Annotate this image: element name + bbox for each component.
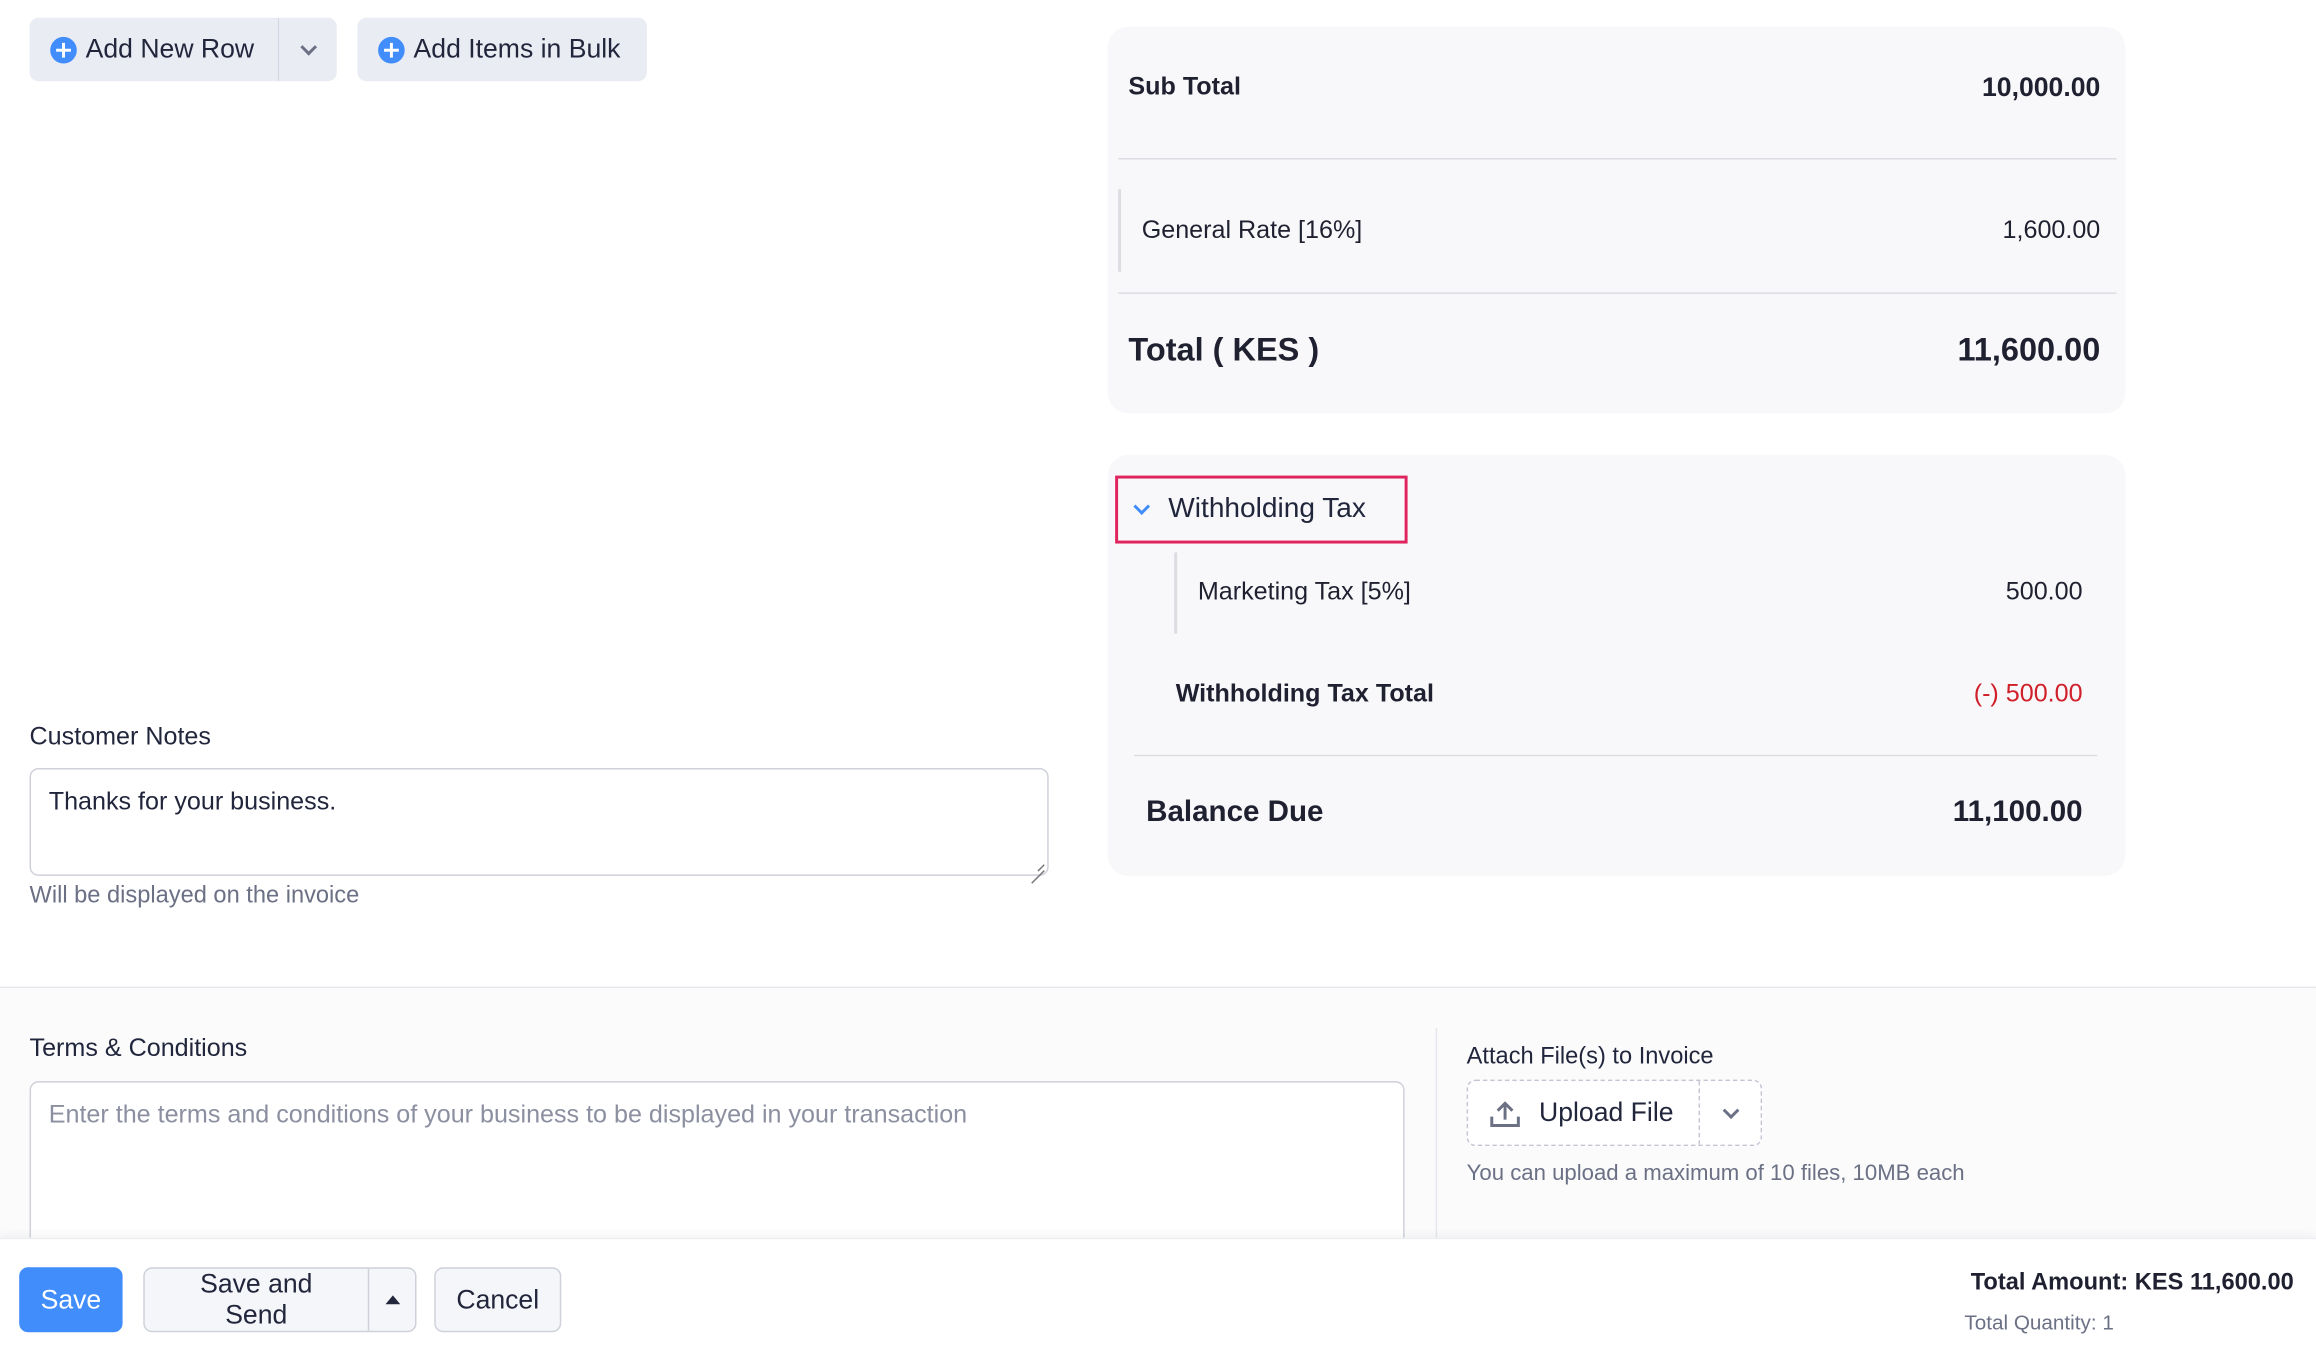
tax-value: 1,600.00 <box>2002 215 2101 244</box>
caret-up-icon <box>384 1295 400 1305</box>
chevron-down-icon <box>1133 497 1151 515</box>
total-row: Total ( KES ) 11,600.00 <box>1128 328 2100 372</box>
attach-files-label: Attach File(s) to Invoice <box>1466 1044 1714 1070</box>
total-quantity: Total Quantity: 1 <box>1964 1310 2114 1334</box>
add-new-row-label: Add New Row <box>85 33 255 64</box>
resize-handle-icon[interactable] <box>1029 857 1044 872</box>
upload-file-button[interactable]: Upload File <box>1468 1081 1698 1145</box>
tax-label: General Rate [16%] <box>1141 215 1363 244</box>
marketing-tax-label: Marketing Tax [5%] <box>1197 577 1411 606</box>
chevron-down-icon <box>299 38 317 55</box>
sub-total-label: Sub Total <box>1128 72 1241 101</box>
withholding-total-row: Withholding Tax Total (-) 500.00 <box>1176 675 2083 713</box>
total-value: 11,600.00 <box>1957 330 2101 368</box>
terms-input[interactable] <box>29 1081 1405 1259</box>
terms-label: Terms & Conditions <box>29 1033 248 1062</box>
withholding-total-value: (-) 500.00 <box>1973 679 2083 708</box>
customer-notes-label: Customer Notes <box>29 722 211 751</box>
save-and-send-button[interactable]: Save and Send <box>145 1269 368 1331</box>
customer-notes-hint: Will be displayed on the invoice <box>29 883 360 909</box>
total-label: Total ( KES ) <box>1128 330 1320 368</box>
withholding-total-label: Withholding Tax Total <box>1175 679 1434 708</box>
tax-indent-bar <box>1118 189 1122 272</box>
add-items-bulk-label: Add Items in Bulk <box>413 33 621 64</box>
upload-hint: You can upload a maximum of 10 files, 10… <box>1466 1160 1965 1187</box>
add-row-options-button[interactable] <box>277 17 337 82</box>
marketing-tax-value: 500.00 <box>2005 577 2083 606</box>
add-items-bulk-button[interactable]: Add Items in Bulk <box>357 17 647 82</box>
add-items-bulk-group: Add Items in Bulk <box>357 17 647 82</box>
add-new-row-button[interactable]: Add New Row <box>29 17 278 82</box>
save-options-button[interactable] <box>367 1268 415 1331</box>
vertical-divider <box>1435 1027 1438 1238</box>
plus-circle-icon <box>378 36 405 63</box>
chevron-down-icon <box>1721 1101 1739 1119</box>
withholding-tax-label: Withholding Tax <box>1168 493 1366 525</box>
withholding-indent-bar <box>1174 552 1178 634</box>
upload-file-label: Upload File <box>1539 1097 1674 1127</box>
balance-due-label: Balance Due <box>1146 795 1324 828</box>
withholding-tax-toggle[interactable]: Withholding Tax <box>1115 475 1408 544</box>
save-and-send-group: Save and Send <box>143 1267 417 1333</box>
sub-total-row: Sub Total 10,000.00 <box>1128 68 2100 106</box>
tax-row: General Rate [16%] 1,600.00 <box>1142 211 2101 249</box>
plus-circle-icon <box>50 36 77 63</box>
balance-due-row: Balance Due 11,100.00 <box>1146 790 2082 834</box>
cancel-button[interactable]: Cancel <box>434 1267 562 1333</box>
sub-total-value: 10,000.00 <box>1982 71 2101 102</box>
upload-options-button[interactable] <box>1698 1081 1761 1145</box>
upload-file-group: Upload File <box>1466 1079 1763 1147</box>
total-amount: Total Amount: KES 11,600.00 <box>1970 1270 2294 1296</box>
divider <box>1118 292 2117 294</box>
add-new-row-group: Add New Row <box>29 17 337 82</box>
save-button[interactable]: Save <box>19 1267 123 1333</box>
invoice-form: Add New Row Add Items in Bulk Sub Total … <box>0 0 2316 1356</box>
marketing-tax-row: Marketing Tax [5%] 500.00 <box>1198 573 2083 611</box>
balance-due-value: 11,100.00 <box>1952 795 2083 828</box>
upload-icon <box>1489 1098 1521 1128</box>
divider <box>1118 158 2117 160</box>
divider <box>1134 754 2098 757</box>
customer-notes-input[interactable]: Thanks for your business. <box>29 768 1049 876</box>
